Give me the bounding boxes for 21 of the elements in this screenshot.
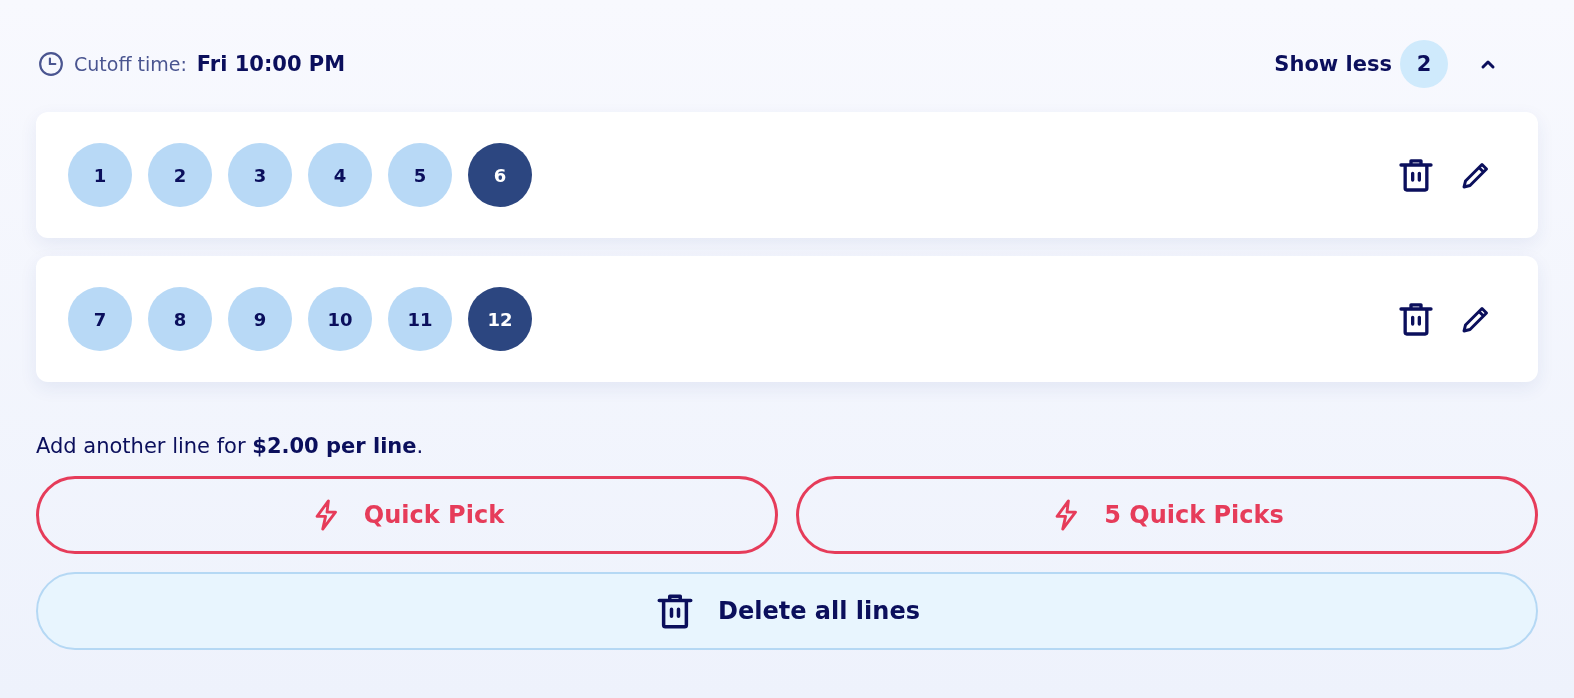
- clock-icon: [38, 51, 64, 77]
- quick-pick-button[interactable]: Quick Pick: [36, 476, 778, 554]
- number-ball: 1: [68, 143, 132, 207]
- cutoff-time: Fri 10:00 PM: [196, 52, 346, 76]
- delete-all-button[interactable]: Delete all lines: [36, 572, 1538, 650]
- cutoff-label: Cutoff time:: [74, 53, 187, 75]
- number-ball: 9: [228, 287, 292, 351]
- number-ball: 4: [308, 143, 372, 207]
- show-less-toggle[interactable]: Show less: [1274, 52, 1392, 76]
- number-ball: 3: [228, 143, 292, 207]
- price-note: Add another line for $2.00 per line.: [36, 434, 425, 458]
- number-ball: 7: [68, 287, 132, 351]
- number-ball: 5: [388, 143, 452, 207]
- number-ball: 10: [308, 287, 372, 351]
- number-ball: 11: [388, 287, 452, 351]
- number-ball: 8: [148, 287, 212, 351]
- line-count-badge: 2: [1400, 40, 1448, 88]
- bonus-ball: 12: [468, 287, 532, 351]
- number-ball: 2: [148, 143, 212, 207]
- quick-pick-button[interactable]: 5 Quick Picks: [796, 476, 1538, 554]
- bonus-ball: 6: [468, 143, 532, 207]
